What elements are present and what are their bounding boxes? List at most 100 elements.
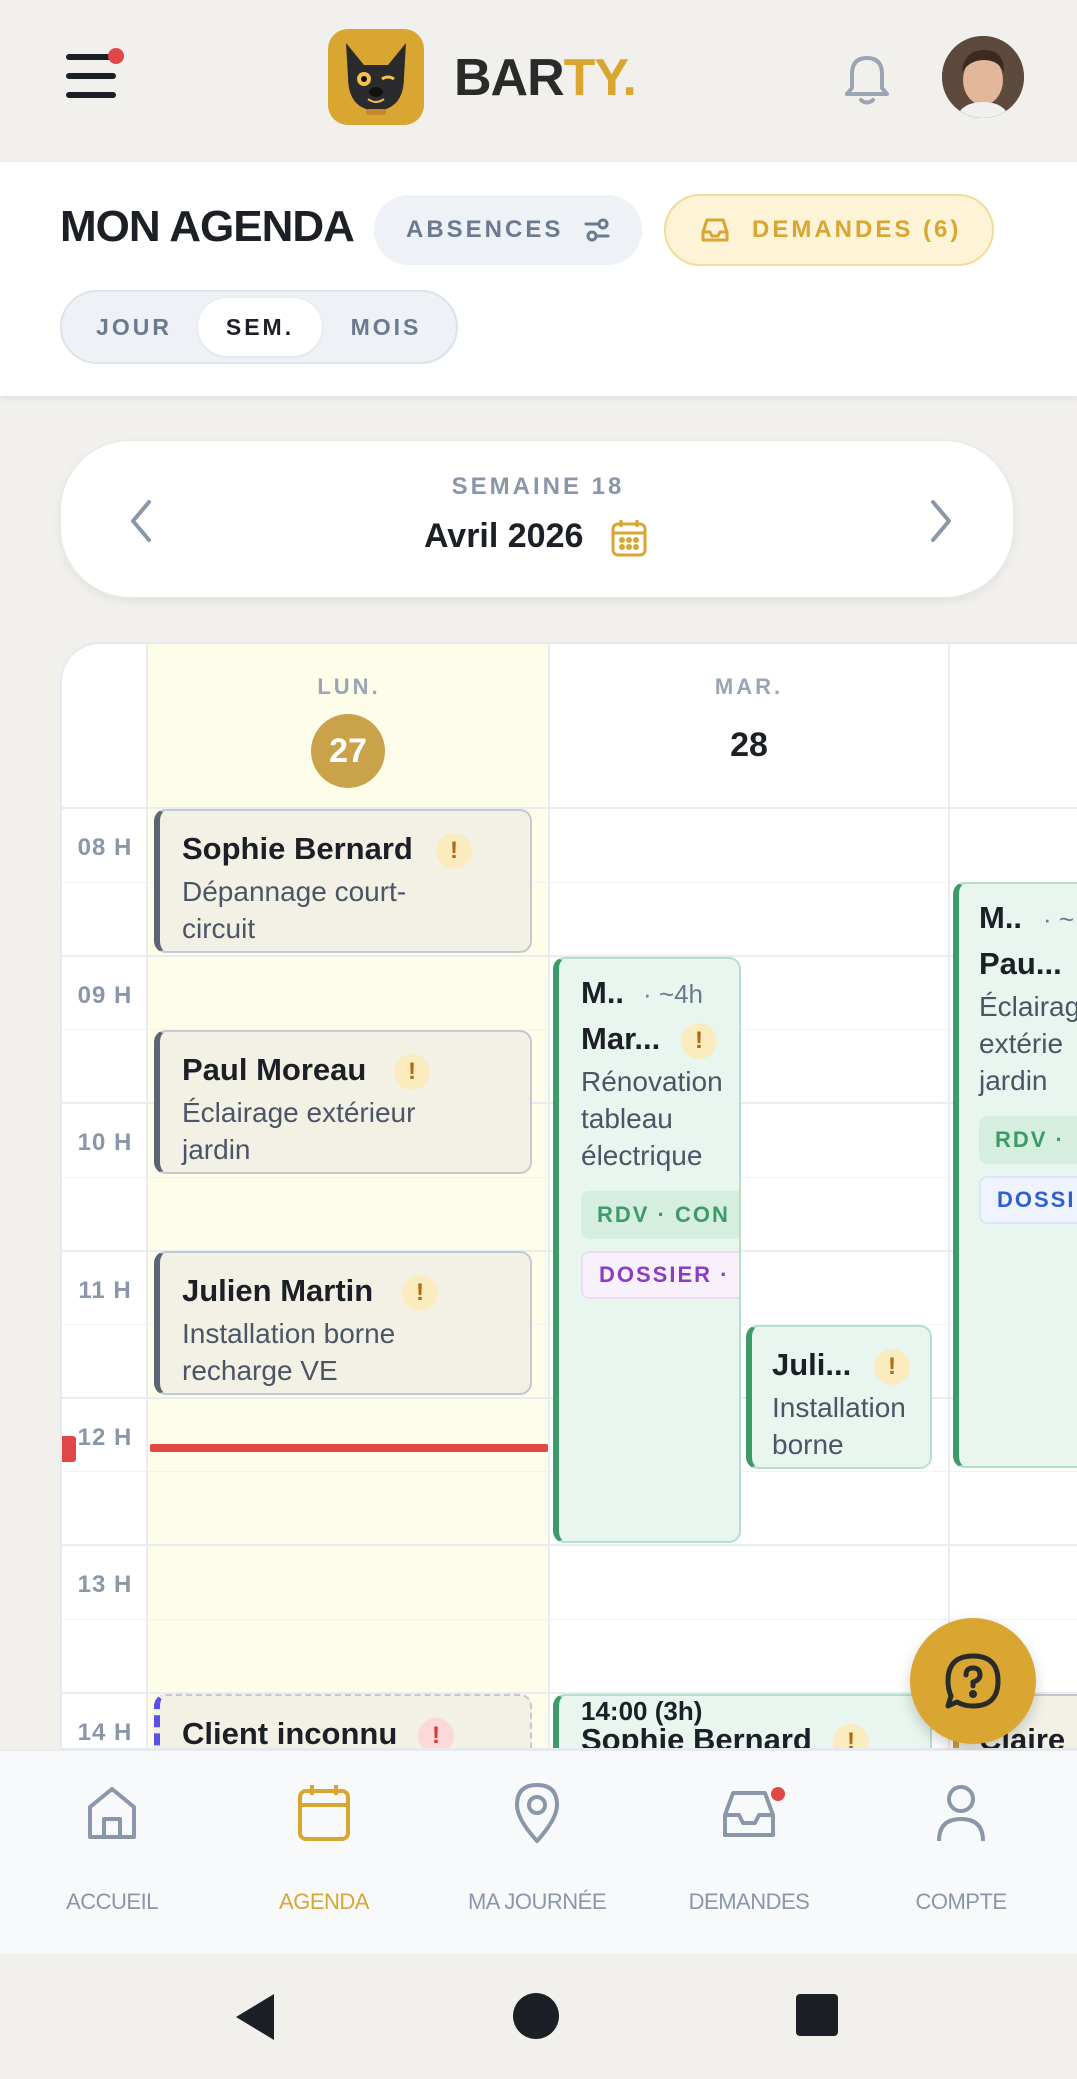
view-month-tab[interactable]: MOIS <box>326 298 446 356</box>
hour-label: 08 H <box>77 834 133 861</box>
day-header-tuesday: MAR. <box>714 674 784 699</box>
warning-icon: ! <box>394 1054 430 1090</box>
event-title: Sophie Bernard <box>182 831 413 866</box>
home-icon <box>88 1787 136 1839</box>
event-card-sophie-bernard-tuesday[interactable]: 14:00 (3h) Sophie Bernard ! <box>553 1694 932 1750</box>
avatar[interactable] <box>942 36 1024 118</box>
demandes-label: DEMANDES (6) <box>752 216 962 243</box>
week-navigator: SEMAINE 18 Avril 2026 <box>60 440 1014 598</box>
agenda-header: MON AGENDA ABSENCES DEMANDES (6) JOUR SE… <box>0 162 1077 396</box>
hour-label: 11 H <box>78 1277 132 1304</box>
dossier-tag: DOSSIER · <box>581 1251 739 1299</box>
event-card-sophie-bernard[interactable]: Sophie Bernard ! Dépannage court- circui… <box>154 809 532 953</box>
hour-label: 14 H <box>77 1719 133 1746</box>
view-day-tab[interactable]: JOUR <box>74 298 194 356</box>
week-number-label: SEMAINE 18 <box>451 473 625 500</box>
demandes-button[interactable]: DEMANDES (6) <box>664 194 994 266</box>
map-pin-icon <box>515 1783 559 1843</box>
event-description: Rénovation <box>581 1066 723 1097</box>
event-card-client-inconnu[interactable]: Client inconnu ! <box>154 1694 532 1750</box>
hour-label: 10 H <box>77 1129 133 1156</box>
event-title: Paul Moreau <box>182 1052 367 1087</box>
hour-label: 13 H <box>77 1571 133 1598</box>
event-title: Pau... <box>979 946 1062 981</box>
warning-icon: ! <box>402 1275 438 1311</box>
nav-label: MA JOURNÉE <box>467 1889 607 1914</box>
help-chat-icon <box>945 1653 1001 1709</box>
month-label[interactable]: Avril 2026 <box>424 517 583 556</box>
absences-label: ABSENCES <box>406 216 564 243</box>
event-title: Client inconnu <box>182 1716 398 1750</box>
dossier-tag: DOSSI <box>979 1176 1077 1224</box>
event-card-renovation-tableau[interactable]: M.. · ~4h Mar... ! Rénovation tableau él… <box>553 957 741 1543</box>
previous-week-button[interactable] <box>121 496 161 546</box>
hour-label: 09 H <box>77 982 133 1009</box>
back-icon[interactable] <box>232 1992 278 2042</box>
warning-icon: ! <box>874 1349 910 1385</box>
recents-icon[interactable] <box>796 1994 838 2036</box>
view-switcher: JOUR SEM. MOIS <box>60 290 458 364</box>
system-navigation-bar <box>0 1954 1077 2079</box>
event-card-paul-eclairage[interactable]: M.. · ~ Pau... Éclairag extérie jardin R… <box>953 882 1077 1468</box>
app-bar: BARTY. <box>0 0 1077 162</box>
calendar-icon <box>298 1785 350 1841</box>
event-description: Installation <box>772 1392 906 1423</box>
home-circle-icon[interactable] <box>512 1992 560 2040</box>
event-time: M.. <box>581 975 625 1010</box>
warning-icon: ! <box>418 1718 454 1748</box>
event-description: jardin <box>979 1065 1048 1096</box>
brand-name: BARTY. <box>454 48 637 108</box>
current-time-marker <box>62 1436 76 1462</box>
chevron-right-icon <box>931 500 951 542</box>
brand-name-accent: TY. <box>563 49 637 107</box>
menu-notification-dot <box>108 48 124 64</box>
help-button[interactable] <box>910 1618 1036 1744</box>
bell-icon[interactable] <box>842 50 892 106</box>
event-description: borne <box>772 1429 844 1460</box>
event-card-julien-borne[interactable]: Juli... ! Installation borne <box>746 1325 932 1469</box>
event-description: Dépannage court- <box>182 876 407 907</box>
user-icon <box>937 1785 985 1842</box>
view-week-tab[interactable]: SEM. <box>198 298 322 356</box>
event-description: électrique <box>581 1140 703 1171</box>
current-time-line <box>150 1444 548 1452</box>
inbox-icon <box>701 218 729 242</box>
chevron-left-icon <box>131 500 151 542</box>
event-description: Éclairag <box>979 991 1077 1022</box>
nav-demandes[interactable]: DEMANDES <box>643 1781 855 1931</box>
event-time: M.. <box>979 900 1023 935</box>
event-description: tableau <box>581 1103 673 1134</box>
rdv-tag: RDV · <box>979 1116 1077 1164</box>
week-calendar[interactable]: LUN. 27 MAR. 28 08 H 09 H 10 H 11 H 12 H… <box>60 642 1077 1750</box>
warning-icon: ! <box>681 1023 717 1059</box>
event-duration: · ~ <box>1043 904 1075 934</box>
calendar-picker-icon[interactable] <box>609 517 649 559</box>
event-description: Installation borne <box>182 1318 396 1349</box>
nav-ma-journee[interactable]: MA JOURNÉE <box>431 1781 643 1931</box>
event-title: Mar... <box>581 1021 661 1056</box>
event-title: Sophie Bernard <box>581 1722 812 1750</box>
nav-agenda[interactable]: AGENDA <box>218 1781 430 1931</box>
hour-label: 12 H <box>77 1424 133 1451</box>
event-duration: · ~4h <box>643 979 703 1009</box>
day-number-tuesday[interactable]: 28 <box>550 726 948 765</box>
absences-button[interactable]: ABSENCES <box>374 195 642 265</box>
next-week-button[interactable] <box>921 496 961 546</box>
nav-label: AGENDA <box>279 1889 369 1914</box>
event-card-paul-moreau[interactable]: Paul Moreau ! Éclairage extérieur jardin <box>154 1030 532 1174</box>
nav-accueil[interactable]: ACCUEIL <box>6 1781 218 1931</box>
event-title: Julien Martin <box>182 1273 374 1308</box>
event-description: extérie <box>979 1028 1064 1059</box>
warning-icon: ! <box>436 833 472 869</box>
menu-icon[interactable] <box>66 48 124 102</box>
page-title: MON AGENDA <box>60 202 355 251</box>
day-number-today[interactable]: 27 <box>311 714 385 788</box>
event-card-julien-martin[interactable]: Julien Martin ! Installation borne recha… <box>154 1251 532 1395</box>
day-header-monday: LUN. <box>317 674 381 699</box>
brand-name-main: BAR <box>454 49 565 107</box>
nav-label: ACCUEIL <box>66 1889 158 1914</box>
brand-logo <box>328 29 424 125</box>
nav-label: DEMANDES <box>688 1889 810 1914</box>
nav-compte[interactable]: COMPTE <box>855 1781 1067 1931</box>
event-description: recharge VE <box>182 1355 338 1386</box>
